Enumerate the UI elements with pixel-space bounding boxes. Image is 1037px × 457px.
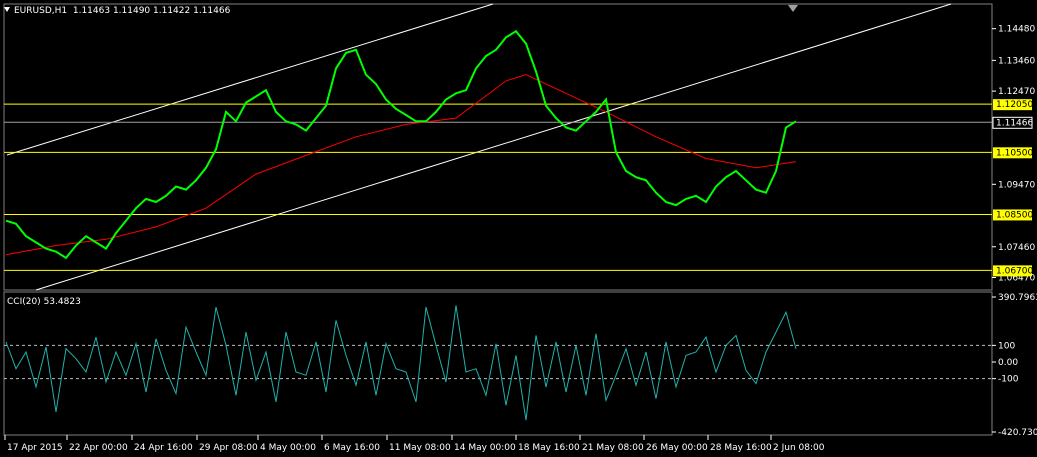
level-lines[interactable]	[4, 103, 992, 271]
cci-tick-label: 100	[998, 341, 1015, 351]
time-tick-label: 6 May 16:00	[324, 443, 380, 453]
cci-grid	[4, 344, 992, 380]
time-axis: 17 Apr 2015 22 Apr 00:00 24 Apr 16:00 29 Ap…	[4, 435, 825, 453]
time-tick-label: 28 May 16:00	[710, 443, 772, 453]
time-tick-label: 22 Apr 00:00	[69, 443, 128, 453]
price-axis: 1.144801.134601.124701.094701.074601.064…	[992, 25, 1035, 284]
cci-tick-label: -420.7303	[998, 428, 1037, 438]
time-tick-label: 2 Jun 08:00	[773, 443, 825, 453]
level-label: 1.12050	[996, 100, 1033, 110]
time-tick-label: 29 Apr 08:00	[199, 443, 258, 453]
time-tick-label: 11 May 08:00	[389, 443, 451, 453]
price-chart[interactable]: 1.144801.134601.124701.094701.074601.064…	[0, 0, 1037, 457]
level-label: 1.08500	[996, 210, 1033, 220]
time-tick-label: 24 Apr 16:00	[134, 443, 193, 453]
cci-tick-label: 390.7963	[998, 293, 1037, 303]
cci-axis: 390.7963 100 0.00 -100 -420.7303	[992, 293, 1037, 438]
time-tick-label: 26 May 00:00	[646, 443, 708, 453]
level-label: 1.10500	[996, 148, 1033, 158]
current-price-label: 1.11466	[996, 118, 1033, 128]
time-tick-label: 18 May 16:00	[518, 443, 580, 453]
cci-tick-label: 0.00	[998, 358, 1018, 368]
time-tick-label: 14 May 00:00	[454, 443, 516, 453]
time-tick-label: 21 May 08:00	[582, 443, 644, 453]
price-tick-label: 1.09470	[998, 180, 1035, 190]
price-tick-label: 1.13460	[998, 56, 1035, 66]
cci-tick-label: -100	[998, 375, 1019, 385]
price-line	[5, 29, 797, 260]
price-tick-label: 1.14480	[998, 25, 1035, 35]
channel-lines[interactable]	[6, 3, 952, 291]
scroll-marker-icon[interactable]	[788, 5, 798, 12]
price-tick-label: 1.12470	[998, 87, 1035, 97]
moving-average-line	[5, 74, 797, 256]
level-label: 1.06700	[996, 266, 1033, 276]
cci-line	[5, 305, 797, 421]
time-tick-label: 4 May 00:00	[260, 443, 316, 453]
chart-frame	[3, 3, 993, 436]
price-tick-label: 1.07460	[998, 243, 1035, 253]
time-tick-label: 17 Apr 2015	[7, 443, 63, 453]
